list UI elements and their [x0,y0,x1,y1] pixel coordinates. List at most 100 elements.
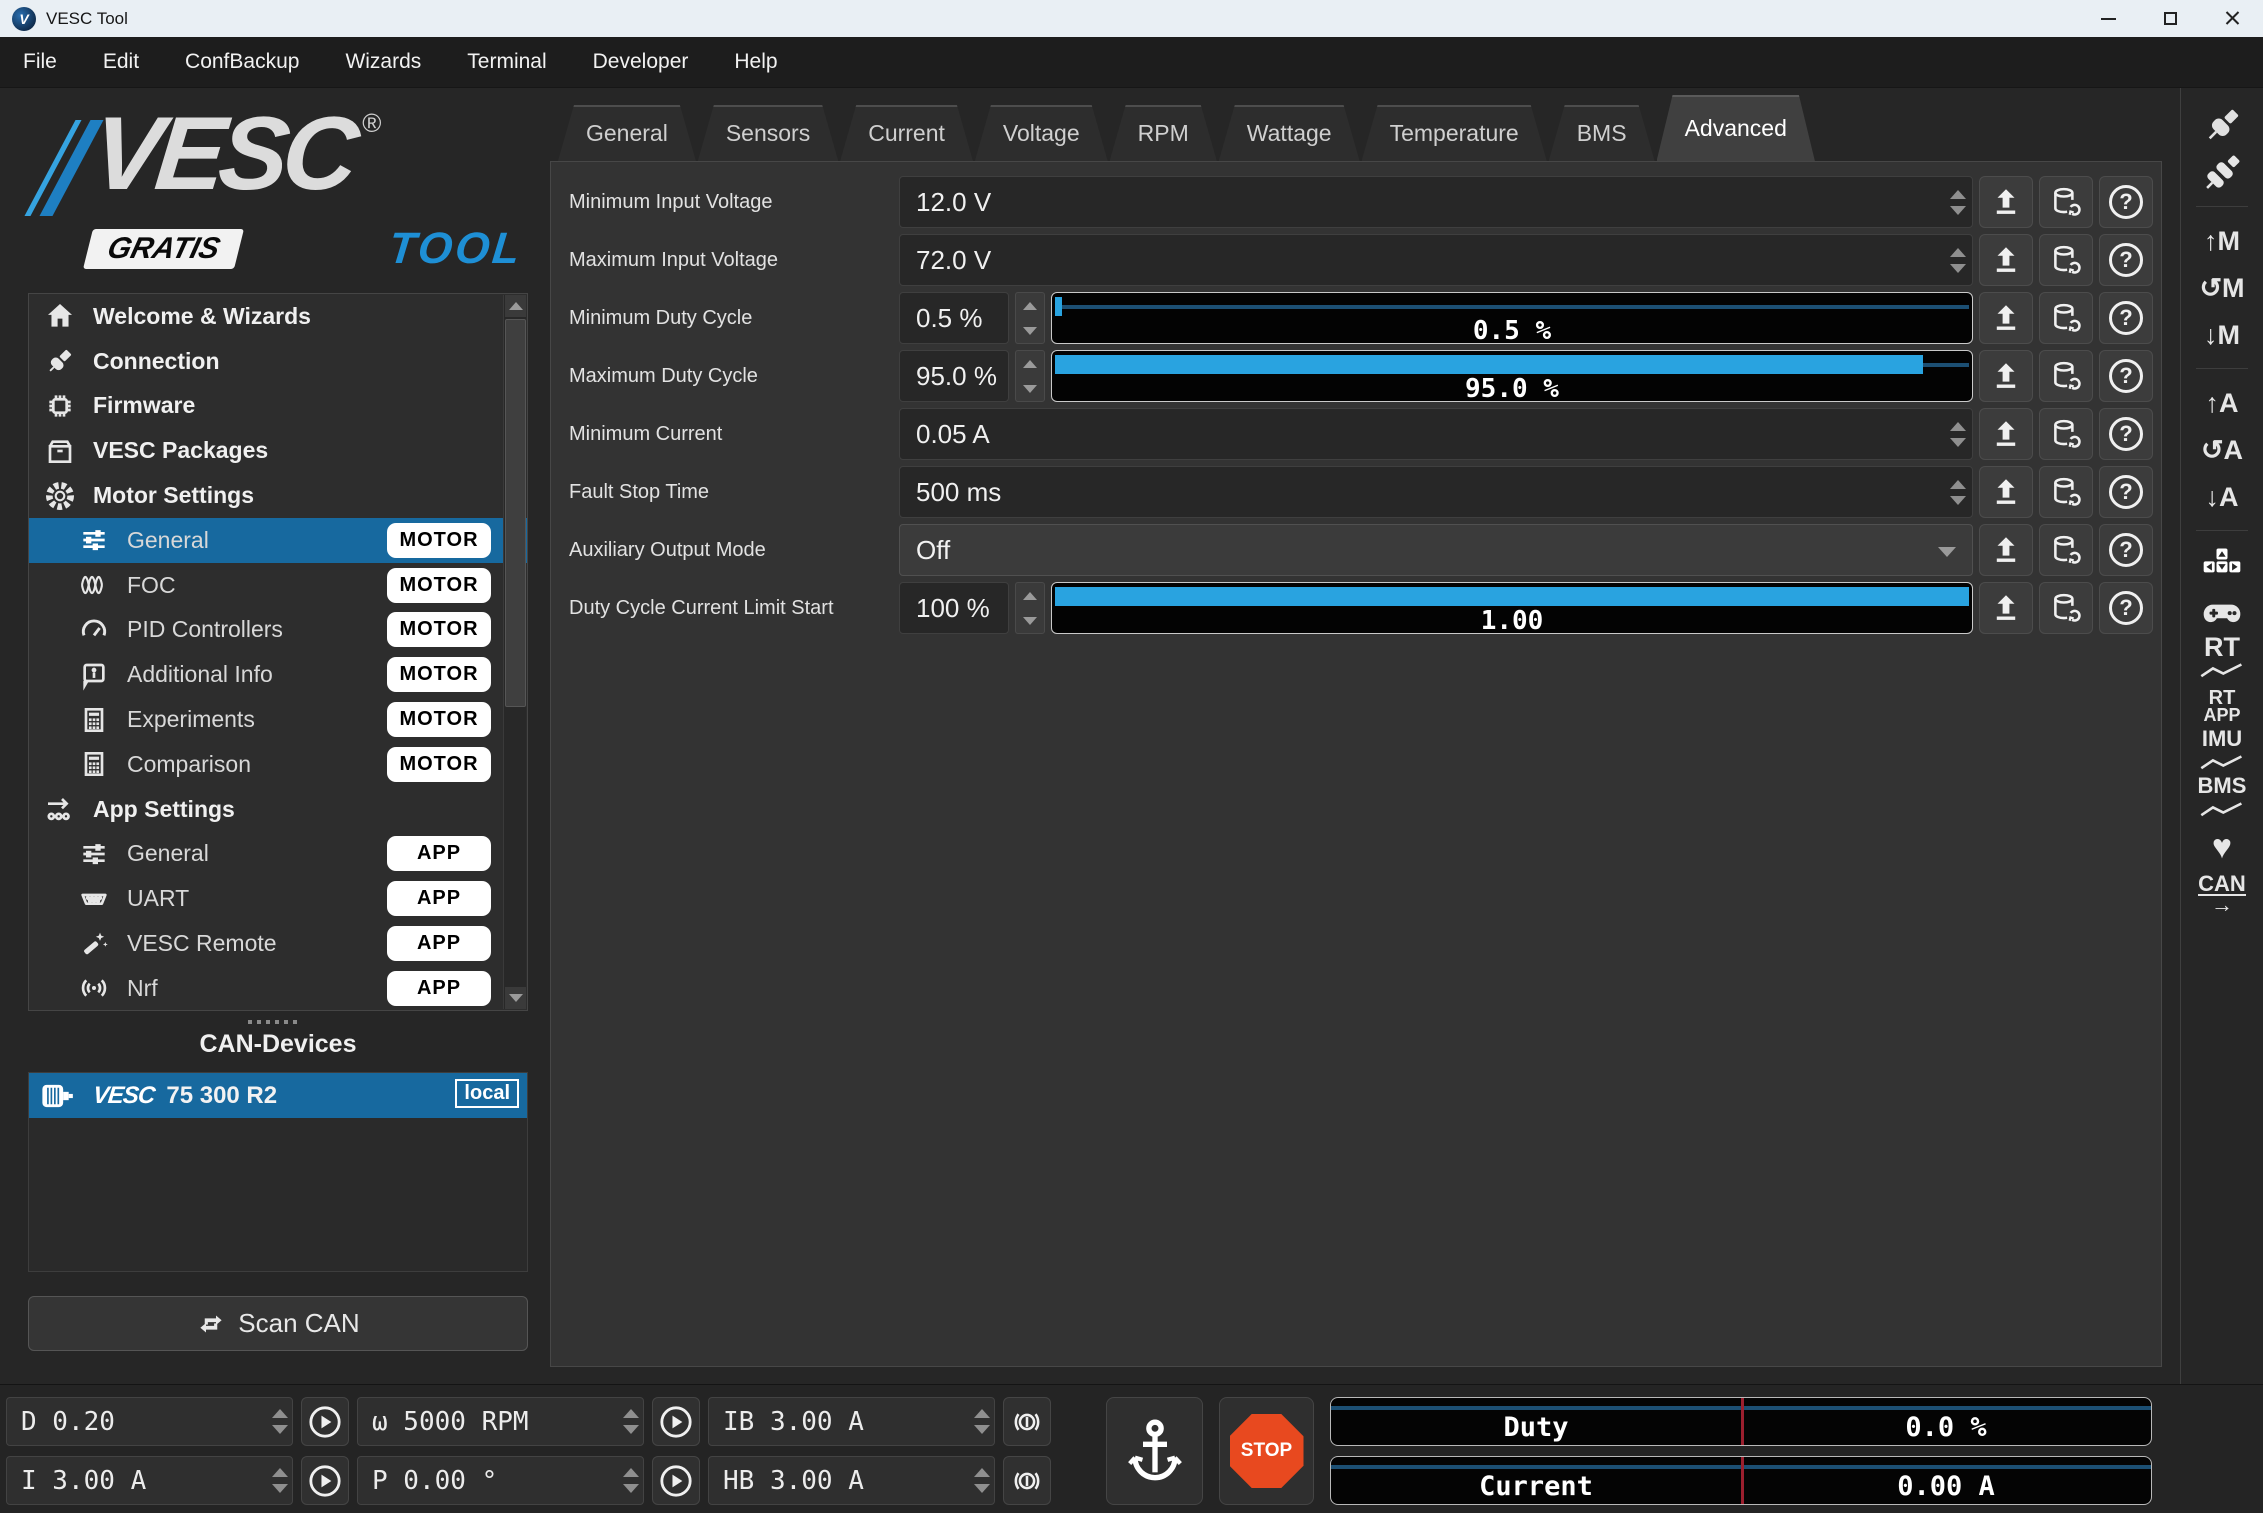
spinner-buttons[interactable] [1015,292,1045,344]
sidebar-item-app-settings[interactable]: App Settings [29,787,527,832]
tab-rpm[interactable]: RPM [1110,105,1217,161]
tab-sensors[interactable]: Sensors [698,105,838,161]
reread-app-config-button[interactable]: ↺A [2201,426,2243,473]
reread-value-button[interactable] [2039,466,2093,518]
disconnect-button[interactable] [2200,149,2244,196]
reread-value-button[interactable] [2039,524,2093,576]
menu-edit[interactable]: Edit [80,37,162,87]
current-setpoint-input[interactable]: I 3.00 A [6,1456,293,1505]
spinner-arrows-icon[interactable] [272,1398,288,1445]
gamepad-button[interactable] [2200,588,2244,635]
keep-position-button[interactable] [1106,1397,1203,1505]
max-duty-field[interactable]: 95.0 % [899,350,1009,402]
spinner-arrows-icon[interactable] [974,1398,990,1445]
spinner-buttons[interactable] [1015,582,1045,634]
sidebar-item-motor-general[interactable]: General MOTOR [29,518,527,563]
min-duty-slider[interactable]: 0.5 % [1051,292,1973,344]
tab-bms[interactable]: BMS [1549,105,1655,161]
write-value-button[interactable] [1979,350,2033,402]
write-value-button[interactable] [1979,524,2033,576]
sidebar-item-vesc-remote[interactable]: VESC Remote APP [29,921,527,966]
help-button[interactable]: ? [2099,524,2153,576]
reread-value-button[interactable] [2039,234,2093,286]
write-value-button[interactable] [1979,292,2033,344]
tab-general[interactable]: General [558,105,696,161]
duty-current-limit-field[interactable]: 100 % [899,582,1009,634]
close-button[interactable] [2201,0,2263,37]
imu-data-button[interactable]: IMU [2200,729,2244,776]
run-position-button[interactable] [652,1456,700,1505]
help-button[interactable]: ? [2099,408,2153,460]
keyboard-control-button[interactable] [2200,541,2244,588]
scan-can-button[interactable]: Scan CAN [28,1296,528,1351]
menu-wizards[interactable]: Wizards [322,37,444,87]
duty-setpoint-input[interactable]: D 0.20 [6,1397,293,1446]
help-button[interactable]: ? [2099,582,2153,634]
apply-brake-button[interactable] [1003,1397,1051,1446]
help-button[interactable]: ? [2099,234,2153,286]
tab-current[interactable]: Current [840,105,973,161]
min-duty-field[interactable]: 0.5 % [899,292,1009,344]
run-duty-button[interactable] [301,1397,349,1446]
brake-current-input[interactable]: IB 3.00 A [708,1397,995,1446]
tab-advanced[interactable]: Advanced [1657,95,1815,161]
position-setpoint-input[interactable]: P 0.00 ° [357,1456,644,1505]
sidebar-item-firmware[interactable]: Firmware [29,384,527,429]
duty-current-limit-slider[interactable]: 1.00 [1051,582,1973,634]
spinner-arrows-icon[interactable] [623,1457,639,1504]
reread-value-button[interactable] [2039,292,2093,344]
min-input-voltage-field[interactable]: 12.0 V [899,176,1973,228]
spinner-arrows-icon[interactable] [974,1457,990,1504]
can-forward-button[interactable]: CAN→ [2198,870,2246,917]
can-device-row[interactable]: VESC 75 300 R2 local [29,1073,527,1118]
reread-motor-config-button[interactable]: ↺M [2199,264,2244,311]
spinner-arrows-icon[interactable] [1950,409,1966,459]
tab-temperature[interactable]: Temperature [1362,105,1547,161]
sidebar-scrollbar[interactable] [503,295,526,1009]
write-value-button[interactable] [1979,176,2033,228]
sidebar-item-connection[interactable]: Connection [29,339,527,384]
bms-data-button[interactable]: BMS [2198,776,2247,823]
menu-developer[interactable]: Developer [570,37,712,87]
sidebar-item-foc[interactable]: FOC MOTOR [29,563,527,608]
apply-handbrake-button[interactable] [1003,1456,1051,1505]
menu-terminal[interactable]: Terminal [444,37,569,87]
rt-data-button[interactable]: RT [2200,635,2244,682]
sidebar-item-uart[interactable]: UART APP [29,876,527,921]
stop-motor-button[interactable]: STOP [1219,1397,1314,1505]
reread-value-button[interactable] [2039,582,2093,634]
spinner-arrows-icon[interactable] [272,1457,288,1504]
menu-help[interactable]: Help [711,37,800,87]
aux-output-mode-dropdown[interactable]: Off [899,524,1973,576]
sidebar-item-vesc-packages[interactable]: VESC Packages [29,428,527,473]
write-value-button[interactable] [1979,408,2033,460]
splitter-handle[interactable] [0,1016,545,1028]
read-app-config-button[interactable]: ↓A [2206,473,2239,520]
sidebar-item-welcome-wizards[interactable]: Welcome & Wizards [29,294,527,339]
help-button[interactable]: ? [2099,292,2153,344]
help-button[interactable]: ? [2099,350,2153,402]
spinner-arrows-icon[interactable] [1950,235,1966,285]
write-app-config-button[interactable]: ↑A [2206,379,2239,426]
minimize-button[interactable] [2077,0,2139,37]
sidebar-item-additional-info[interactable]: Additional Info MOTOR [29,652,527,697]
maximize-button[interactable] [2139,0,2201,37]
rt-app-data-button[interactable]: RTAPP [2203,682,2240,729]
write-motor-config-button[interactable]: ↑M [2204,217,2240,264]
spinner-arrows-icon[interactable] [623,1398,639,1445]
max-duty-slider[interactable]: 95.0 % [1051,350,1973,402]
write-value-button[interactable] [1979,234,2033,286]
reread-value-button[interactable] [2039,176,2093,228]
scroll-up-icon[interactable] [505,295,526,317]
tab-wattage[interactable]: Wattage [1219,105,1360,161]
spinner-arrows-icon[interactable] [1950,467,1966,517]
sidebar-item-experiments[interactable]: Experiments MOTOR [29,697,527,742]
write-value-button[interactable] [1979,582,2033,634]
scrollbar-thumb[interactable] [505,319,526,707]
connect-button[interactable] [2200,102,2244,149]
sidebar-item-motor-settings[interactable]: Motor Settings [29,473,527,518]
sidebar-item-pid-controllers[interactable]: PID Controllers MOTOR [29,608,527,653]
scroll-down-icon[interactable] [505,987,526,1009]
read-motor-config-button[interactable]: ↓M [2204,311,2240,358]
run-current-button[interactable] [301,1456,349,1505]
